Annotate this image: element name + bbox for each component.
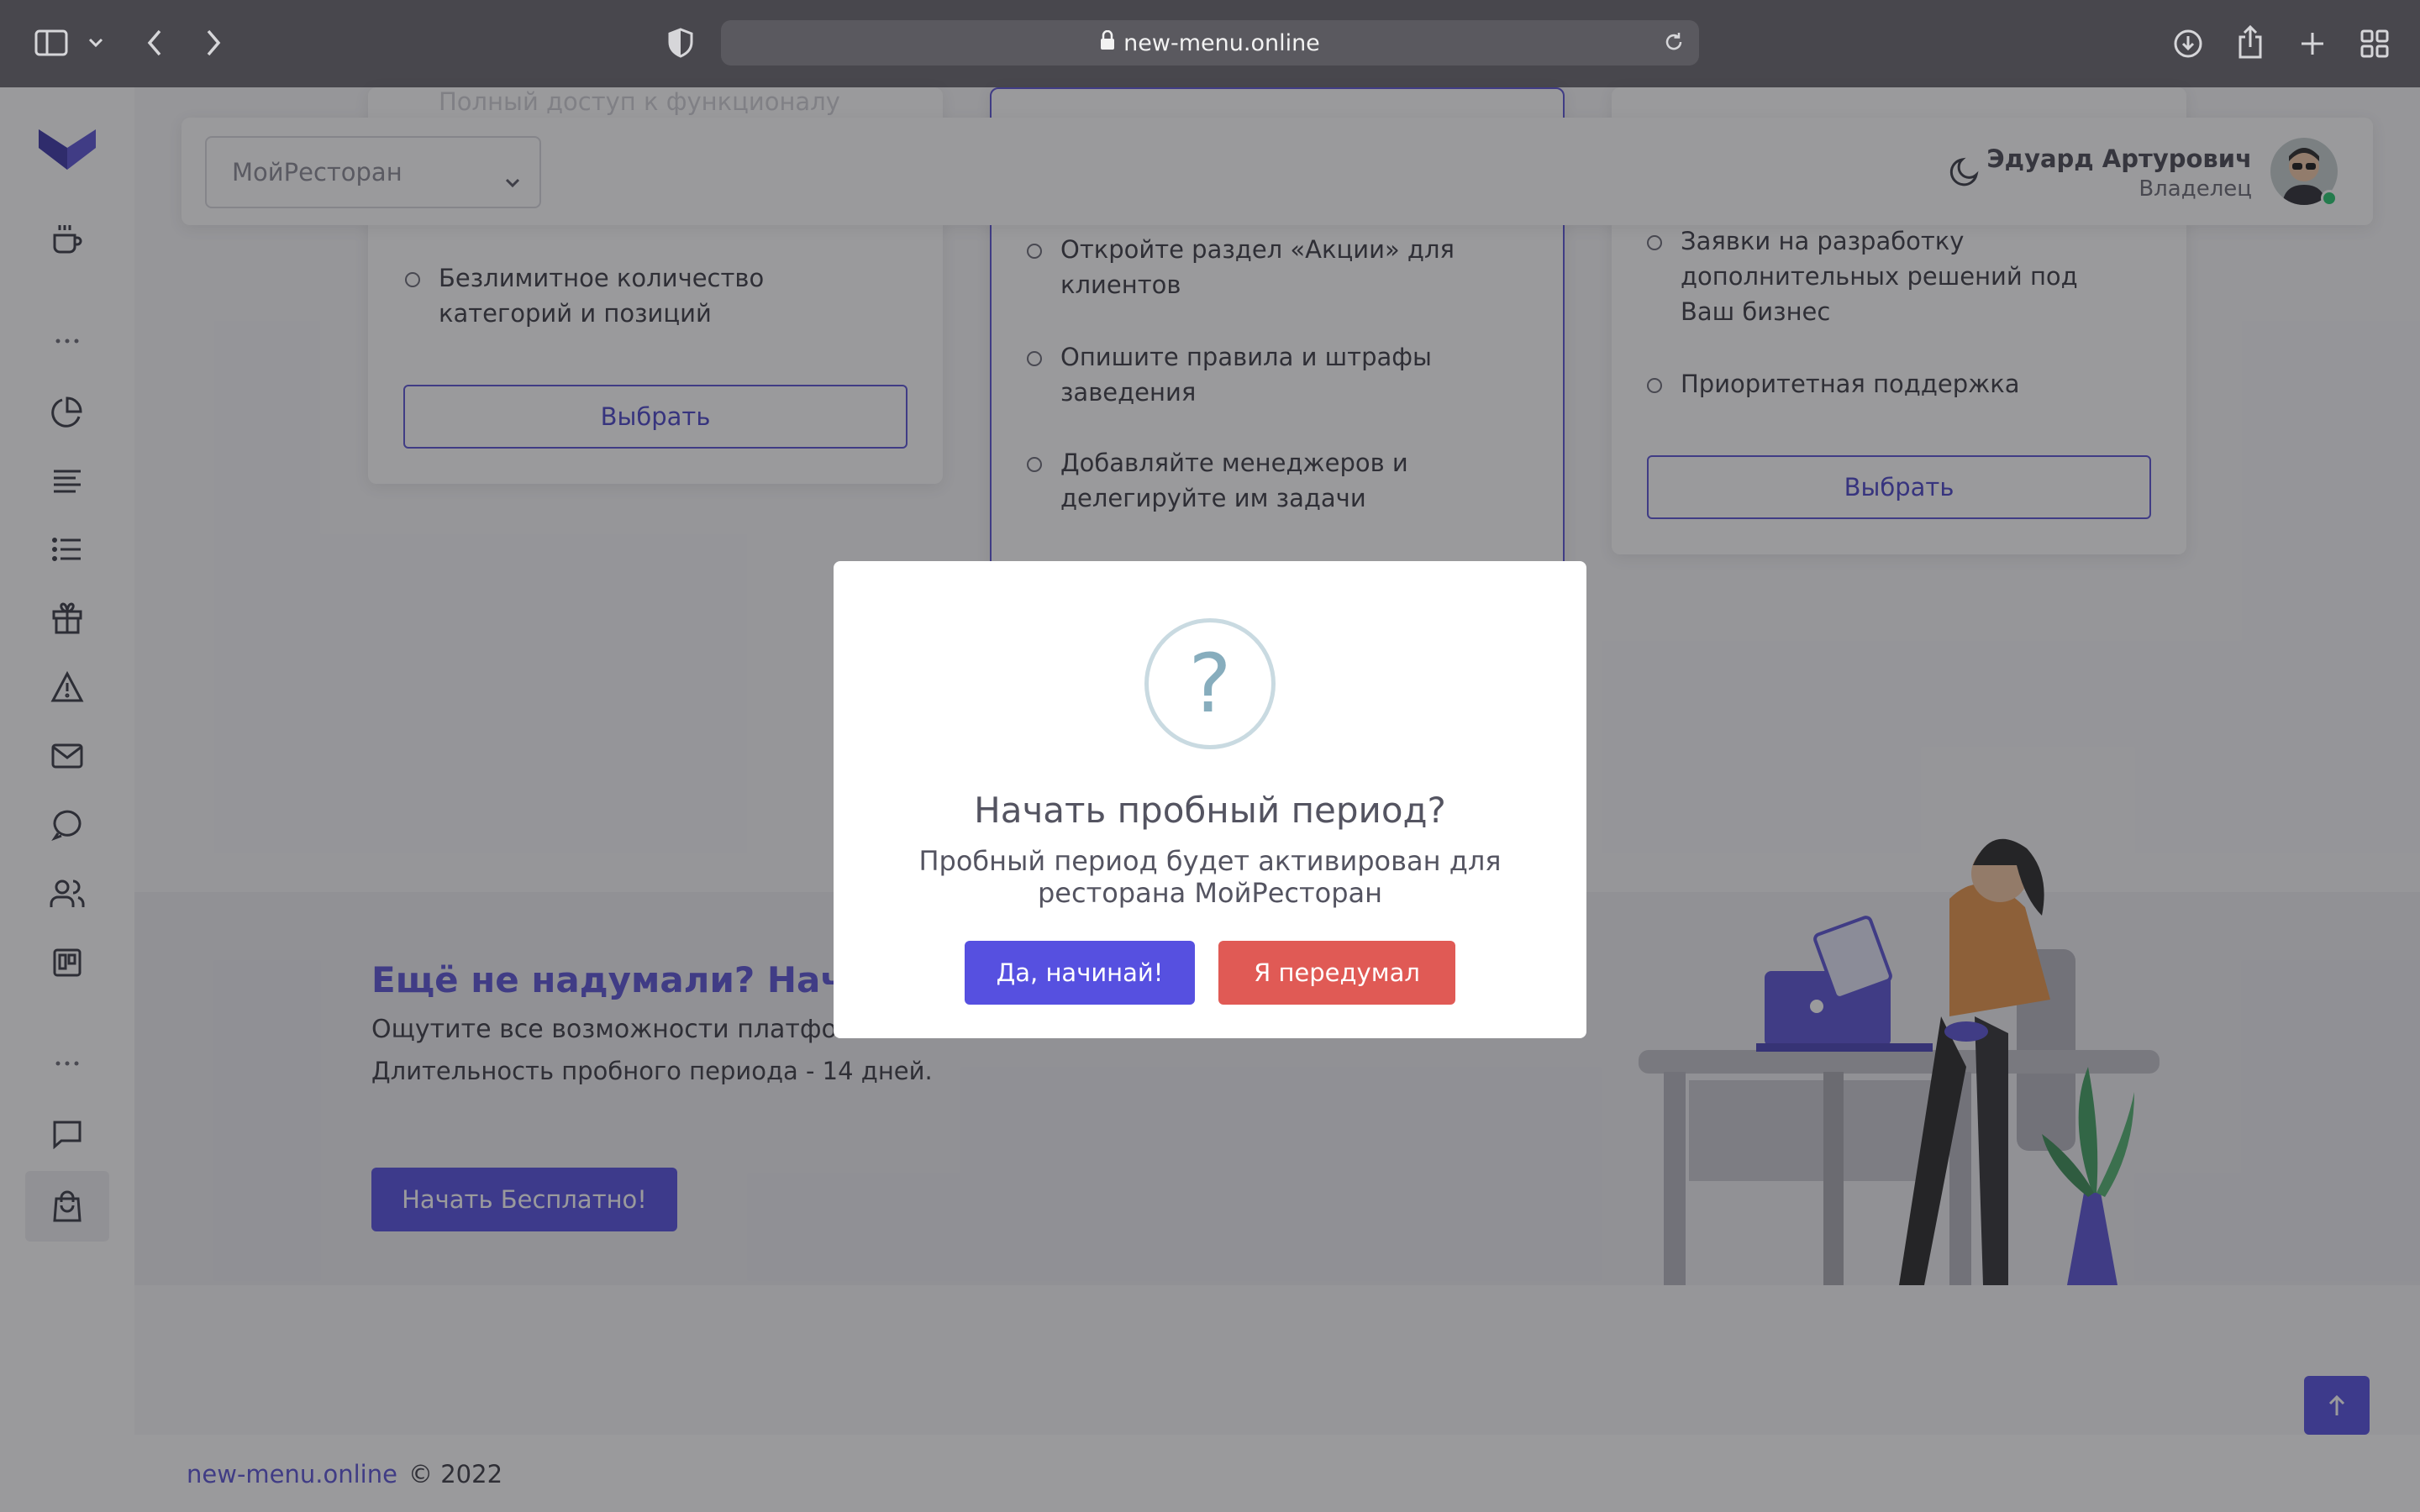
address-bar[interactable]: new-menu.online (721, 20, 1699, 66)
dialog-title: Начать пробный период? (974, 790, 1446, 831)
cancel-button[interactable]: Я передумал (1218, 941, 1455, 1005)
confirm-button[interactable]: Да, начинай! (965, 941, 1195, 1005)
chevron-down-icon[interactable] (84, 30, 108, 55)
browser-toolbar: new-menu.online (0, 0, 2420, 87)
sidebar-toggle-icon[interactable] (32, 25, 71, 60)
confirm-trial-dialog: ? Начать пробный период? Пробный период … (834, 561, 1586, 1038)
lock-icon (1100, 29, 1115, 56)
new-tab-plus-icon[interactable] (2294, 25, 2331, 62)
download-icon[interactable] (2170, 25, 2207, 62)
reload-icon[interactable] (1662, 30, 1687, 55)
shield-icon[interactable] (664, 25, 697, 60)
dialog-text: Пробный период будет активирован для рес… (918, 845, 1502, 909)
question-icon: ? (1144, 618, 1276, 749)
url-text: new-menu.online (1123, 29, 1320, 56)
back-arrow-icon[interactable] (138, 25, 171, 60)
tab-grid-icon[interactable] (2356, 25, 2393, 62)
share-icon[interactable] (2232, 22, 2269, 62)
forward-arrow-icon[interactable] (197, 25, 230, 60)
